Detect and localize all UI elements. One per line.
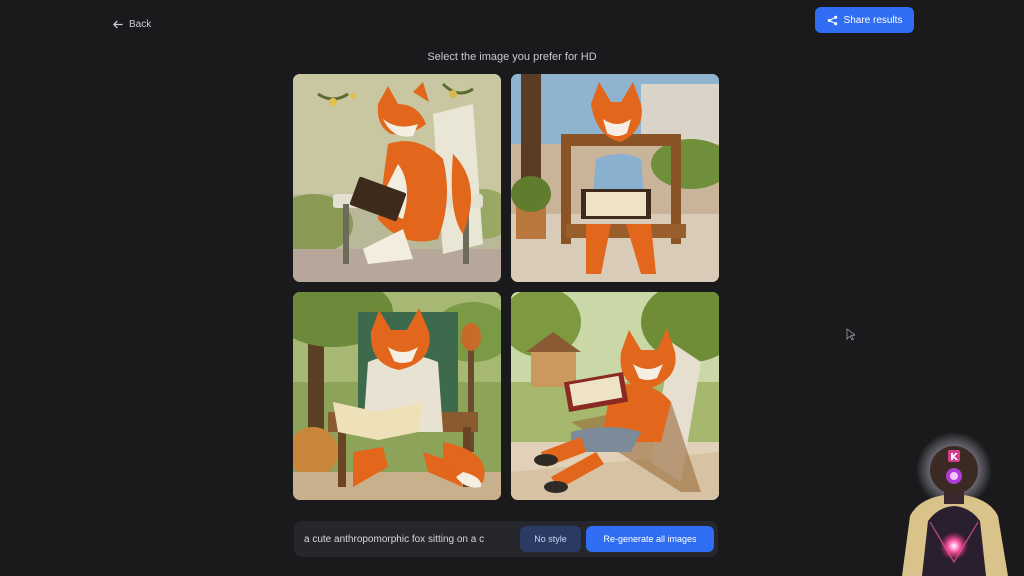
back-label: Back: [129, 18, 152, 30]
image-option-3[interactable]: [293, 292, 501, 500]
mouse-cursor-icon: [846, 328, 855, 341]
back-link[interactable]: Back: [112, 16, 151, 32]
regenerate-all-button[interactable]: Re-generate all images: [586, 526, 714, 552]
image-option-1[interactable]: [293, 74, 501, 282]
share-results-label: Share results: [843, 14, 903, 26]
arrow-left-icon: [113, 20, 123, 28]
no-style-button[interactable]: No style: [520, 526, 581, 552]
share-results-button[interactable]: Share results: [815, 7, 914, 33]
image-grid: [293, 74, 719, 500]
image-option-2[interactable]: [511, 74, 719, 282]
page-title: Select the image you prefer for HD: [427, 51, 597, 63]
avatar-badge: K: [950, 452, 959, 463]
share-icon: [827, 15, 837, 25]
prompt-bar: a cute anthropomorphic fox sitting on a …: [294, 521, 718, 557]
fox-reading-image: [511, 74, 719, 282]
prompt-text[interactable]: a cute anthropomorphic fox sitting on a …: [304, 521, 510, 557]
fox-reading-image: [293, 74, 501, 282]
streamer-avatar: K: [892, 432, 1024, 576]
fox-reading-image: [511, 292, 719, 500]
image-option-4[interactable]: [511, 292, 719, 500]
robot-avatar-image: K: [902, 432, 1008, 576]
fox-reading-image: [293, 292, 501, 500]
